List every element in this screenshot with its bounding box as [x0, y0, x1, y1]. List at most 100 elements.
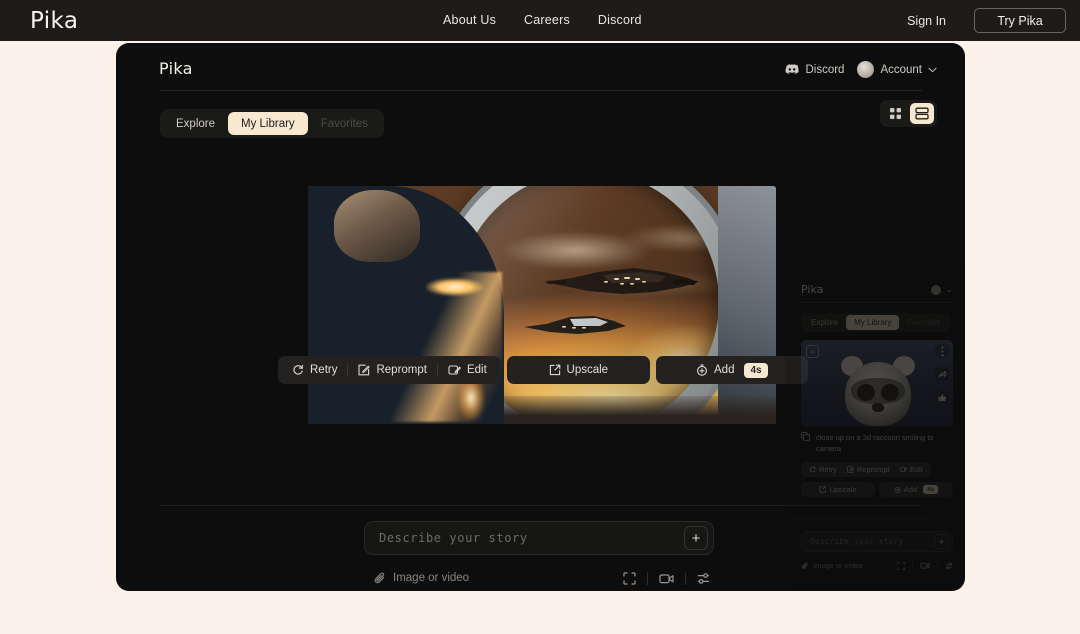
grid-view-button[interactable]: [883, 103, 908, 124]
upscale-group: Upscale: [506, 356, 650, 384]
chevron-down-icon: [928, 67, 937, 73]
aspect-ratio-icon[interactable]: [623, 571, 636, 585]
prompt-tools: [623, 571, 710, 585]
add-label: Add: [714, 364, 735, 376]
page-root: Pika About Us Careers Discord Sign In Tr…: [0, 0, 1080, 634]
lens-flare: [426, 278, 484, 296]
raccoon-nose: [872, 403, 884, 412]
ghost-toolbar-row-2: Upscale Add 4s: [801, 482, 953, 497]
ghost-prompt-input: Describe your story: [810, 537, 904, 546]
ghost-card-actions: [935, 344, 949, 404]
chevron-down-icon: ⌄: [945, 284, 953, 294]
thumbs-up-icon: [935, 390, 949, 404]
ghost-edit-button: Edit: [895, 464, 928, 476]
tab-favorites[interactable]: Favorites: [308, 112, 381, 135]
try-pika-button[interactable]: Try Pika: [974, 8, 1066, 33]
list-view-button[interactable]: [909, 103, 934, 124]
raccoon-ear-left: [841, 356, 863, 376]
add-button[interactable]: Add 4s: [686, 359, 778, 381]
list-view-icon: [915, 107, 929, 120]
ghost-tools-separator: [912, 561, 913, 570]
ghost-retry-button: Retry: [804, 464, 842, 476]
attach-media-button[interactable]: Image or video: [374, 572, 469, 585]
edit-button[interactable]: Edit: [438, 359, 497, 381]
video-preview[interactable]: [308, 186, 776, 424]
copy-icon: [801, 432, 810, 455]
ghost-tabs: Explore My Library Favorites: [801, 313, 951, 332]
header-divider: [159, 90, 922, 91]
nav-link-careers[interactable]: Careers: [524, 13, 570, 27]
nav-link-about-us[interactable]: About Us: [443, 13, 496, 27]
reprompt-button[interactable]: Reprompt: [348, 359, 437, 381]
add-prompt-button[interactable]: +: [684, 526, 708, 550]
more-options-icon: [935, 344, 949, 358]
share-icon: [935, 367, 949, 381]
ghost-toolbar: Retry Reprompt Edit Upscale Add 4s: [801, 462, 953, 502]
ghost-retry-label: Retry: [819, 465, 837, 474]
reprompt-label: Reprompt: [376, 364, 427, 376]
app-header: Pika Discord Account: [116, 43, 965, 91]
ghost-attach-label: Image or video: [813, 561, 863, 570]
sign-in-link[interactable]: Sign In: [907, 14, 946, 28]
retry-button[interactable]: Retry: [282, 359, 347, 381]
video-action-toolbar: Retry Reprompt Edit Upscale Add 4s: [278, 356, 808, 384]
ghost-add-prompt-button: +: [934, 534, 949, 549]
ghost-header-divider: [801, 302, 953, 303]
app-header-right: Discord Account: [785, 61, 937, 78]
attach-label: Image or video: [393, 572, 470, 584]
tools-separator-2: [685, 571, 686, 585]
app-logo[interactable]: Pika: [159, 59, 193, 78]
astronaut-head: [334, 190, 420, 262]
discord-button[interactable]: Discord: [785, 64, 844, 76]
avatar: [857, 61, 875, 78]
ghost-prompt-input-wrapper: Describe your story +: [801, 531, 953, 552]
ghost-prompt-footer: Image or video: [801, 561, 953, 570]
ghost-logo: Pika: [801, 283, 824, 296]
nav-link-discord[interactable]: Discord: [598, 13, 642, 27]
add-duration-badge: 4s: [744, 362, 768, 378]
ghost-overlay-panel: Pika ⌄ Explore My Library Favorites clos…: [785, 270, 965, 591]
topnav-links: About Us Careers Discord: [443, 13, 642, 27]
raccoon-ear-right: [893, 356, 915, 376]
ghost-reprompt-label: Reprompt: [856, 465, 890, 474]
top-navigation-bar: Pika About Us Careers Discord Sign In Tr…: [0, 0, 1080, 41]
settings-sliders-icon[interactable]: [697, 572, 710, 585]
ghost-tab-my-library: My Library: [846, 315, 900, 330]
ghost-attach-button: Image or video: [801, 561, 863, 570]
tab-explore[interactable]: Explore: [163, 112, 228, 135]
account-label: Account: [880, 63, 922, 76]
site-logo[interactable]: Pika: [30, 8, 78, 34]
add-group: Add 4s: [655, 356, 808, 384]
prompt-input[interactable]: Describe your story: [379, 531, 684, 545]
discord-icon: [785, 64, 800, 75]
stopwatch-icon: [696, 364, 708, 376]
ghost-upscale-group: Upscale: [801, 482, 875, 497]
edit-actions-group: Retry Reprompt Edit: [278, 356, 501, 384]
play-badge-icon: [806, 345, 819, 358]
video-camera-icon[interactable]: [659, 573, 674, 584]
library-tabs: Explore My Library Favorites: [160, 109, 384, 138]
account-menu[interactable]: Account: [857, 61, 937, 78]
expand-arrow-icon: [549, 364, 561, 376]
content-divider: [159, 505, 922, 506]
ghost-reprompt-button: Reprompt: [842, 464, 895, 476]
raccoon-eye-right: [881, 384, 899, 401]
upscale-button[interactable]: Upscale: [539, 359, 619, 381]
aspect-ratio-icon: [897, 561, 905, 570]
video-camera-icon: [920, 562, 930, 569]
ghost-video-card: [801, 340, 953, 427]
tab-my-library[interactable]: My Library: [228, 112, 308, 135]
app-window: Pika Discord Account Explore My Library …: [116, 43, 965, 591]
prompt-input-wrapper[interactable]: Describe your story +: [364, 521, 714, 555]
prompt-footer: Image or video: [364, 566, 714, 590]
ghost-edit-group: Retry Reprompt Edit: [801, 462, 931, 477]
ghost-upscale-button: Upscale: [814, 484, 861, 496]
view-toggle: [880, 100, 937, 127]
ghost-tab-explore: Explore: [811, 318, 839, 327]
settings-sliders-icon: [945, 562, 953, 570]
discord-label: Discord: [805, 63, 845, 76]
ghost-add-badge: 4s: [923, 485, 939, 494]
refresh-icon: [292, 364, 304, 376]
ghost-upscale-label: Upscale: [829, 485, 857, 494]
ghost-edit-label: Edit: [909, 465, 923, 474]
